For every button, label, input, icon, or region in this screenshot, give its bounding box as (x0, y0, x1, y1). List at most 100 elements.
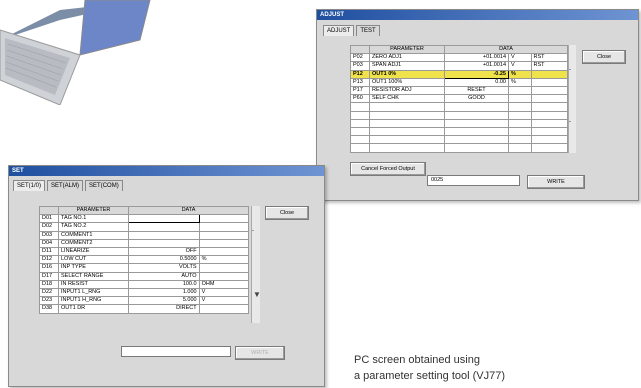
row-parameter (369, 118, 445, 128)
row-code (350, 143, 370, 153)
row-unit (198, 263, 250, 273)
row-parameter: LINEARIZE (58, 247, 129, 257)
table-row[interactable] (350, 110, 569, 120)
table-row[interactable]: D12 LOW CUT 0.5000% (39, 255, 250, 265)
table-row[interactable]: D18 IN RESIST 100.0 OHM (39, 279, 250, 290)
row-parameter: SPAN ADJ1 (369, 61, 445, 71)
row-code: D16 (39, 263, 59, 273)
table-row[interactable]: D38 OUT1 DR DIRECT (39, 304, 250, 314)
row-data: DIRECT (128, 304, 200, 314)
table-row[interactable] (350, 126, 569, 137)
row-parameter: OUT1 DR (58, 304, 129, 314)
cancel-forced-output-button[interactable]: Cancel Forced Output (350, 162, 426, 176)
tab-test[interactable]: TEST (356, 25, 380, 36)
tab-set-com[interactable]: SET(COM) (85, 180, 123, 191)
write-button[interactable]: WRITE (527, 175, 585, 189)
row-data: +01.0014 (444, 53, 509, 63)
table-row[interactable]: P02 ZERO ADJ1 +01.0014 V RST (350, 53, 569, 63)
row-unit: V (508, 53, 532, 63)
row-unit (198, 222, 250, 232)
table-row[interactable]: D03 COMMENT1 (39, 230, 250, 240)
row-parameter: INP TYPE (58, 263, 129, 273)
table-row[interactable]: D16 INP TYPE VOLTS (39, 263, 250, 273)
write-button[interactable]: WRITE (235, 346, 285, 360)
close-button[interactable]: Close (582, 50, 626, 64)
row-code: D03 (39, 230, 59, 240)
table-row[interactable]: P17 RESISTOR ADJ RESET (350, 86, 569, 96)
row-data (444, 102, 509, 112)
row-parameter: SELECT RANGE (58, 271, 129, 281)
table-row[interactable]: D22 INPUT1 L_RNG 1.000 V (39, 288, 250, 298)
row-code: D11 (39, 247, 59, 257)
table-row[interactable]: D17 SELECT RANGE AUTO (39, 271, 250, 281)
row-code: P12 (350, 69, 370, 79)
scroll-up-icon[interactable]: ˆ (569, 70, 571, 76)
row-data (128, 238, 200, 249)
tab-set-io[interactable]: SET(1/0) (13, 180, 46, 191)
adjust-parameter-table: PARAMETER DATA P02 ZERO ADJ1 +01.0014 V … (350, 44, 569, 153)
caption-line-2: a parameter setting tool (VJ77) (354, 370, 506, 382)
row-data: AUTO (128, 271, 200, 281)
table-row[interactable] (350, 102, 569, 112)
row-code: D02 (39, 222, 59, 232)
row-unit (198, 271, 250, 281)
table-row[interactable]: D01 TAG NO.1 (39, 214, 250, 224)
row-unit (198, 214, 250, 224)
row-extra: RST (530, 53, 569, 63)
table-row[interactable]: D11 LINEARIZE OFF (39, 247, 250, 257)
row-extra (530, 102, 569, 112)
row-unit (198, 230, 250, 240)
close-button[interactable]: Close (265, 206, 309, 220)
row-unit (198, 247, 250, 257)
row-unit: % (508, 77, 532, 88)
caption-line-1: PC screen obtained using (354, 354, 480, 366)
row-data: VOLTS (128, 263, 200, 273)
row-unit: V (198, 288, 250, 298)
adjust-scrollbar[interactable] (568, 45, 576, 153)
tab-set-alm[interactable]: SET(ALM) (47, 180, 84, 191)
row-parameter: IN RESIST (58, 279, 129, 290)
scroll-down-icon[interactable]: ▼ (253, 290, 261, 299)
scroll-up-icon[interactable]: ˆ (252, 231, 254, 237)
table-row[interactable] (350, 118, 569, 128)
table-row[interactable]: D23 INPUT1 H_RNG 5.000 V (39, 296, 250, 306)
table-row[interactable]: D02 TAG NO.2 (39, 222, 250, 232)
row-data (444, 135, 509, 145)
row-extra (530, 94, 569, 104)
set-scrollbar[interactable] (251, 206, 260, 323)
row-parameter (369, 102, 445, 112)
data-header: DATA (444, 44, 568, 55)
table-row[interactable]: P13 OUT1 100% 0.00 % (350, 77, 569, 88)
row-parameter: OUT1 100% (369, 77, 445, 88)
row-extra (530, 77, 569, 88)
table-row[interactable]: P03 SPAN ADJ1 +01.0014 V RST (350, 61, 569, 71)
set-window: SET SET(1/0) SET(ALM) SET(COM) PARAMETER… (8, 165, 325, 387)
row-data (444, 118, 509, 128)
scroll-down-icon[interactable]: ˇ (569, 122, 571, 128)
table-row[interactable]: D04 COMMENT2 (39, 238, 250, 249)
parameter-header: PARAMETER (58, 205, 129, 216)
value-input[interactable] (121, 346, 231, 357)
row-unit (508, 86, 532, 96)
row-data (128, 214, 200, 224)
table-row[interactable] (350, 143, 569, 153)
row-unit: V (508, 61, 532, 71)
row-code: D22 (39, 288, 59, 298)
caption: PC screen obtained using a parameter set… (354, 352, 505, 384)
tab-adjust[interactable]: ADJUST (323, 25, 355, 36)
value-input[interactable]: 0025 (427, 175, 520, 186)
table-row[interactable] (350, 135, 569, 145)
row-data (444, 143, 509, 153)
table-row-selected[interactable]: P12 OUT1 0% -0.25 % (350, 69, 569, 79)
row-extra (530, 118, 569, 128)
row-code: D01 (39, 214, 59, 224)
row-extra (530, 86, 569, 96)
table-row[interactable]: P60 SELF CHK GOOD (350, 94, 569, 104)
code-header (350, 44, 370, 55)
row-unit (508, 110, 532, 120)
row-extra (530, 69, 569, 79)
row-unit (508, 94, 532, 104)
row-code (350, 135, 370, 145)
row-parameter: INPUT1 L_RNG (58, 288, 129, 298)
row-code: D38 (39, 304, 59, 314)
